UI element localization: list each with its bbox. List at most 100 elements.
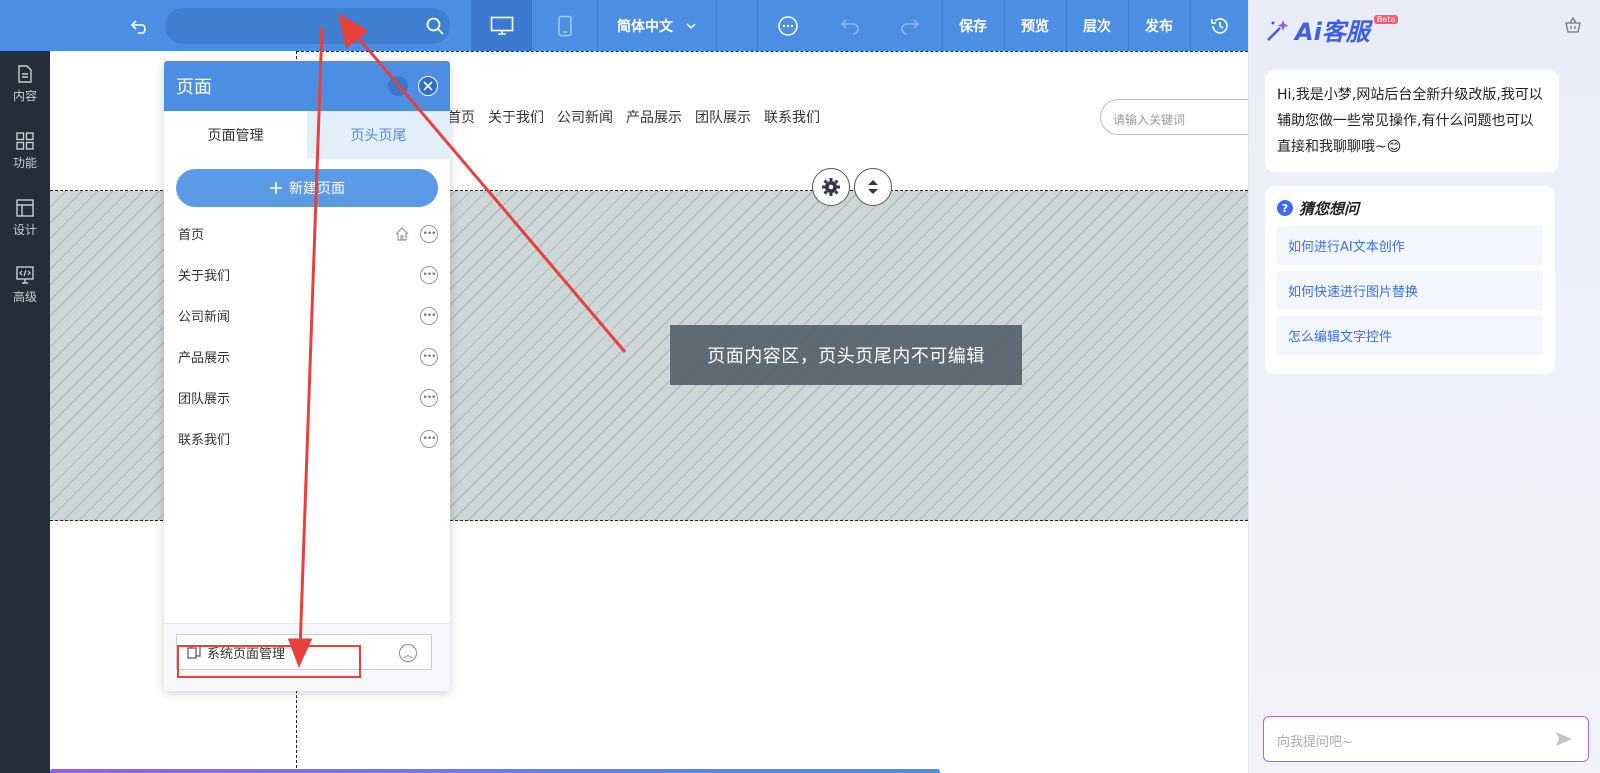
more-options-icon[interactable]: ••• — [420, 265, 438, 284]
chat-input-placeholder: 向我提问吧~ — [1277, 735, 1353, 750]
plus-icon — [270, 182, 282, 194]
history-button[interactable] — [1191, 0, 1248, 51]
sidebar-item-design[interactable]: 设计 — [0, 185, 50, 251]
sidebar-item-label: 功能 — [12, 156, 37, 170]
ai-brand-name: Ai客服 — [1295, 18, 1370, 46]
language-select[interactable]: 简体中文 — [598, 0, 716, 51]
more-options-icon[interactable]: ••• — [420, 347, 438, 366]
panel-header: 页面 — [164, 61, 450, 111]
new-page-button[interactable]: 新建页面 — [176, 169, 438, 207]
tab-header-footer[interactable]: 页头页尾 — [307, 111, 450, 159]
reorder-button[interactable] — [854, 168, 892, 206]
home-icon — [395, 226, 409, 241]
layout-icon — [16, 199, 34, 217]
preview-button[interactable]: 预览 — [1005, 0, 1065, 51]
sidebar-item-content[interactable]: 内容 — [0, 51, 50, 117]
editor-toolbar: 简体中文 保存 预览 层次 发布 — [0, 0, 1248, 51]
sidebar-item-function[interactable]: 功能 — [0, 118, 50, 184]
panel-tabs: 页面管理 页头页尾 — [164, 111, 450, 159]
list-item[interactable]: 公司新闻 ••• — [164, 295, 450, 336]
question-icon: ? — [1277, 200, 1293, 216]
publish-label: 发布 — [1145, 18, 1173, 35]
page-panel: 页面 页面管理 页头页尾 新建页面 首页 ••• 关于我们 ••• 公司新闻 •… — [164, 61, 450, 691]
chevron-up-icon[interactable]: ︿ — [399, 644, 417, 662]
site-nav-item[interactable]: 关于我们 — [488, 107, 544, 127]
back-button[interactable] — [125, 0, 155, 51]
site-nav-item[interactable]: 公司新闻 — [557, 107, 613, 127]
content-area-notice: 页面内容区，页头页尾内不可编辑 — [670, 325, 1022, 385]
beta-badge: Beta — [1373, 15, 1399, 24]
page-name: 团队展示 — [178, 392, 231, 407]
undo-arrow-icon — [130, 19, 146, 34]
phone-icon — [558, 15, 572, 36]
suggested-question[interactable]: 如何进行AI文本创作 — [1277, 226, 1543, 265]
greeting-message: Hi,我是小梦,网站后台全新升级改版,我可以辅助您做一些常见操作,有什么问题也可… — [1265, 70, 1559, 172]
save-button[interactable]: 保存 — [943, 0, 1003, 51]
page-list: 首页 ••• 关于我们 ••• 公司新闻 ••• 产品展示 ••• 团队展示 •… — [164, 213, 450, 459]
page-name: 关于我们 — [178, 269, 231, 284]
redo-button[interactable] — [880, 0, 940, 51]
page-name: 产品展示 — [178, 351, 231, 366]
highlight-box — [177, 645, 361, 678]
site-search-input[interactable]: 请输入关键词 — [1100, 99, 1260, 135]
site-nav-item[interactable]: 产品展示 — [626, 107, 682, 127]
preview-label: 预览 — [1021, 18, 1049, 35]
list-item[interactable]: 首页 ••• — [164, 213, 450, 254]
layers-label: 层次 — [1083, 18, 1111, 35]
list-item[interactable]: 产品展示 ••• — [164, 336, 450, 377]
site-nav: 首页 关于我们 公司新闻 产品展示 团队展示 联系我们 — [447, 107, 833, 127]
layers-button[interactable]: 层次 — [1067, 0, 1127, 51]
suggested-title: ? 猜您想问 — [1277, 196, 1543, 220]
new-page-label: 新建页面 — [289, 181, 345, 197]
basket-icon[interactable] — [1564, 16, 1582, 34]
list-item[interactable]: 联系我们 ••• — [164, 418, 450, 459]
code-monitor-icon — [16, 266, 34, 284]
toolbar-search-input[interactable] — [165, 8, 450, 44]
sidebar-item-label: 设计 — [12, 223, 37, 237]
more-options-icon[interactable]: ••• — [420, 388, 438, 407]
more-options-icon[interactable]: ••• — [420, 224, 438, 243]
page-name: 公司新闻 — [178, 310, 231, 325]
suggested-question[interactable]: 怎么编辑文字控件 — [1277, 316, 1543, 355]
close-button[interactable] — [418, 76, 438, 96]
panel-title: 页面 — [176, 77, 212, 98]
desktop-view-button[interactable] — [472, 0, 532, 51]
ai-assistant-panel: Ai客服 Beta Hi,我是小梦,网站后台全新升级改版,我可以辅助您做一些常见… — [1248, 0, 1600, 773]
mobile-view-button[interactable] — [535, 0, 595, 51]
chat-input[interactable]: 向我提问吧~ — [1263, 716, 1589, 762]
sidebar-item-advanced[interactable]: 高级 — [0, 252, 50, 318]
tab-page-management[interactable]: 页面管理 — [164, 111, 307, 159]
search-icon[interactable] — [420, 0, 450, 51]
site-nav-item[interactable]: 首页 — [447, 107, 475, 127]
list-item[interactable]: 团队展示 ••• — [164, 377, 450, 418]
page-name: 联系我们 — [178, 433, 231, 448]
undo-button[interactable] — [820, 0, 880, 51]
ai-logo: Ai客服 Beta — [1265, 12, 1399, 47]
more-button[interactable] — [758, 0, 818, 51]
language-label: 简体中文 — [617, 18, 673, 35]
list-item[interactable]: 关于我们 ••• — [164, 254, 450, 295]
loading-progress-bar — [50, 769, 940, 773]
more-options-icon[interactable]: ••• — [420, 429, 438, 448]
monitor-icon — [490, 16, 514, 35]
history-icon — [1210, 17, 1228, 34]
grid-icon — [16, 132, 34, 150]
document-icon — [18, 65, 32, 83]
suggested-question[interactable]: 如何快速进行图片替换 — [1277, 271, 1543, 310]
send-icon[interactable] — [1554, 729, 1574, 749]
close-icon — [423, 81, 433, 91]
sort-icon — [868, 180, 878, 194]
redo-icon — [901, 18, 920, 35]
settings-button[interactable] — [812, 168, 850, 206]
site-nav-item[interactable]: 团队展示 — [695, 107, 751, 127]
site-nav-item[interactable]: 联系我们 — [764, 107, 820, 127]
help-icon[interactable] — [388, 76, 408, 96]
publish-button[interactable]: 发布 — [1129, 0, 1189, 51]
ellipsis-circle-icon — [778, 15, 798, 36]
left-sidebar: 内容 功能 设计 高级 — [0, 51, 50, 773]
suggested-title-text: 猜您想问 — [1299, 199, 1360, 218]
page-name: 首页 — [178, 228, 205, 243]
sidebar-item-label: 高级 — [12, 290, 37, 304]
save-label: 保存 — [959, 18, 987, 35]
more-options-icon[interactable]: ••• — [420, 306, 438, 325]
